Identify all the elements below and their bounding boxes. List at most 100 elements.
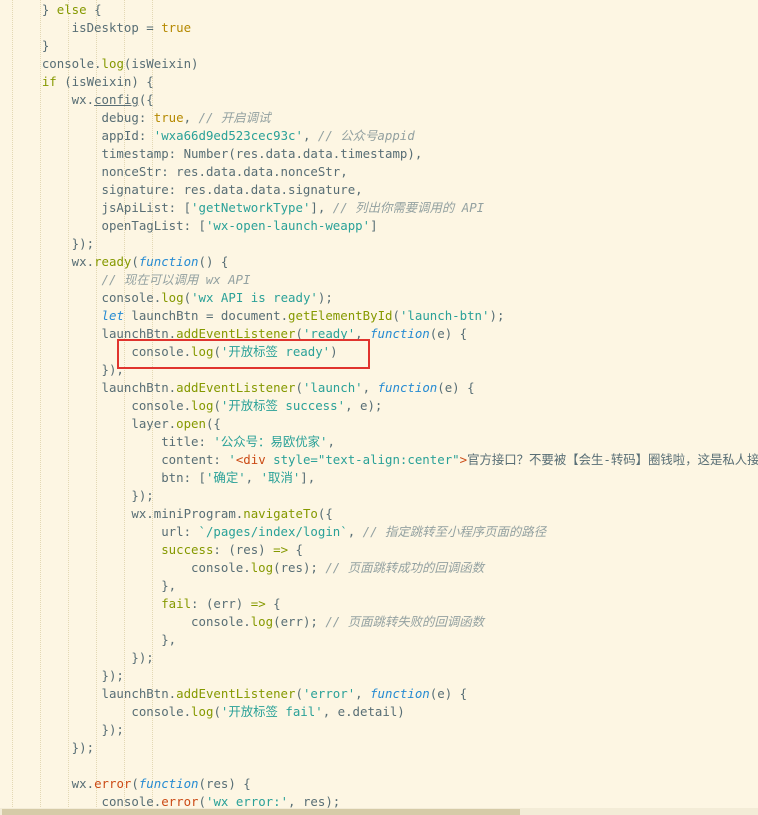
code-token: );: [317, 290, 333, 305]
code-token: appId:: [12, 128, 154, 143]
code-line[interactable]: wx.ready(function() {: [12, 253, 229, 271]
code-token: });: [12, 722, 124, 737]
code-line[interactable]: });: [12, 487, 154, 505]
code-line[interactable]: timestamp: Number(res.data.data.timestam…: [12, 145, 423, 163]
code-line[interactable]: if (isWeixin) {: [12, 73, 154, 91]
code-token: (e) {: [429, 326, 468, 341]
code-line[interactable]: title: '公众号：易欧优家',: [12, 433, 335, 451]
code-token: ready: [94, 254, 132, 269]
code-token: },: [12, 632, 177, 647]
code-token: error: [161, 794, 199, 809]
code-line[interactable]: appId: 'wxa66d9ed523cec93c', // 公众号appid: [12, 127, 415, 145]
code-line[interactable]: });: [12, 667, 124, 685]
code-token: 'launch-btn': [399, 308, 490, 323]
code-line[interactable]: } else {: [12, 1, 102, 19]
code-line[interactable]: console.log(err); // 页面跳转失败的回调函数: [12, 613, 484, 631]
code-token: log: [101, 56, 124, 71]
code-line[interactable]: debug: true, // 开启调试: [12, 109, 271, 127]
code-line[interactable]: }: [12, 37, 49, 55]
code-token: addEventListener: [176, 686, 296, 701]
code-token: error: [94, 776, 132, 791]
code-token: (res);: [273, 560, 326, 575]
code-token: () {: [198, 254, 229, 269]
code-line[interactable]: });: [12, 649, 153, 667]
code-line[interactable]: wx.error(function(res) {: [12, 775, 251, 793]
code-token: ,: [183, 110, 199, 125]
code-token: >: [459, 452, 468, 467]
code-editor[interactable]: } else { isDesktop = true } console.log(…: [0, 0, 758, 815]
code-token: (: [131, 776, 139, 791]
code-token: console.: [12, 398, 192, 413]
code-token: =>: [273, 542, 289, 557]
code-line[interactable]: fail: (err) => {: [12, 595, 280, 613]
code-token: (e) {: [437, 380, 475, 395]
code-line[interactable]: btn: ['确定', '取消'],: [12, 469, 315, 487]
code-line[interactable]: });: [12, 361, 124, 379]
code-token: launchBtn.: [12, 380, 177, 395]
code-token: );: [489, 308, 505, 323]
code-token: content:: [12, 452, 229, 467]
code-token: // 开启调试: [198, 110, 271, 125]
code-token: // 公众号appid: [317, 128, 415, 143]
code-token: // 页面跳转失败的回调函数: [325, 614, 485, 629]
code-line[interactable]: console.log('开放标签 success', e);: [12, 397, 382, 415]
code-line[interactable]: },: [12, 577, 176, 595]
code-token: console.: [12, 704, 192, 719]
code-line[interactable]: openTagList: ['wx-open-launch-weapp']: [12, 217, 378, 235]
code-line[interactable]: // 现在可以调用 wx API: [12, 271, 251, 289]
code-line[interactable]: success: (res) => {: [12, 541, 303, 559]
code-line[interactable]: console.log('开放标签 fail', e.detail): [12, 703, 405, 721]
code-token: launchBtn = document.: [123, 308, 289, 323]
code-line[interactable]: content: '<div style="text-align:center"…: [12, 451, 758, 469]
code-token: });: [12, 668, 124, 683]
code-line[interactable]: launchBtn.addEventListener('launch', fun…: [12, 379, 475, 397]
code-line[interactable]: });: [12, 739, 94, 757]
code-token: console.: [12, 560, 251, 575]
code-token: ,: [327, 434, 335, 449]
code-line[interactable]: jsApiList: ['getNetworkType'], // 列出你需要调…: [12, 199, 485, 217]
code-token: console.: [12, 614, 251, 629]
code-token: style="text-align:center": [265, 452, 460, 467]
code-token: 'wx API is ready': [191, 290, 318, 305]
code-token: {: [86, 2, 102, 17]
code-token: , res);: [288, 794, 341, 809]
code-line[interactable]: console.log(res); // 页面跳转成功的回调函数: [12, 559, 484, 577]
code-token: isDesktop =: [12, 20, 162, 35]
code-line[interactable]: });: [12, 235, 94, 253]
code-token: signature: res.data.data.signature,: [12, 182, 363, 197]
code-token: (err);: [273, 614, 326, 629]
code-token: // 列出你需要调用的 API: [332, 200, 485, 215]
code-line[interactable]: isDesktop = true: [12, 19, 191, 37]
code-line[interactable]: },: [12, 631, 176, 649]
code-token: let: [101, 308, 124, 323]
code-line[interactable]: wx.miniProgram.navigateTo({: [12, 505, 332, 523]
code-token: title:: [12, 434, 214, 449]
code-token: true: [153, 110, 184, 125]
code-token: 'getNetworkType': [191, 200, 311, 215]
code-token: , e.detail): [322, 704, 405, 719]
code-token: success: [12, 542, 214, 557]
code-line[interactable]: launchBtn.addEventListener('error', func…: [12, 685, 468, 703]
code-line[interactable]: layer.open({: [12, 415, 221, 433]
code-line[interactable]: wx.config({: [12, 91, 154, 109]
horizontal-scrollbar[interactable]: [0, 808, 758, 815]
code-token: wx.: [12, 776, 95, 791]
code-token: (: [295, 380, 303, 395]
code-token: // 指定跳转至小程序页面的路径: [362, 524, 547, 539]
code-line[interactable]: });: [12, 721, 124, 739]
code-token: wx.: [12, 254, 95, 269]
code-line[interactable]: console.log(isWeixin): [12, 55, 199, 73]
code-line[interactable]: signature: res.data.data.signature,: [12, 181, 363, 199]
horizontal-scrollbar-thumb[interactable]: [2, 809, 520, 815]
code-line[interactable]: let launchBtn = document.getElementById(…: [12, 307, 505, 325]
code-token: launchBtn.: [12, 686, 177, 701]
code-token: '公众号：易欧优家': [213, 434, 328, 449]
code-line[interactable]: console.log('wx API is ready');: [12, 289, 333, 307]
code-token: });: [12, 488, 154, 503]
code-line[interactable]: nonceStr: res.data.data.nonceStr,: [12, 163, 348, 181]
code-token: wx.miniProgram.: [12, 506, 244, 521]
code-token: (: [131, 254, 139, 269]
code-line[interactable]: url: `/pages/index/login`, // 指定跳转至小程序页面…: [12, 523, 546, 541]
